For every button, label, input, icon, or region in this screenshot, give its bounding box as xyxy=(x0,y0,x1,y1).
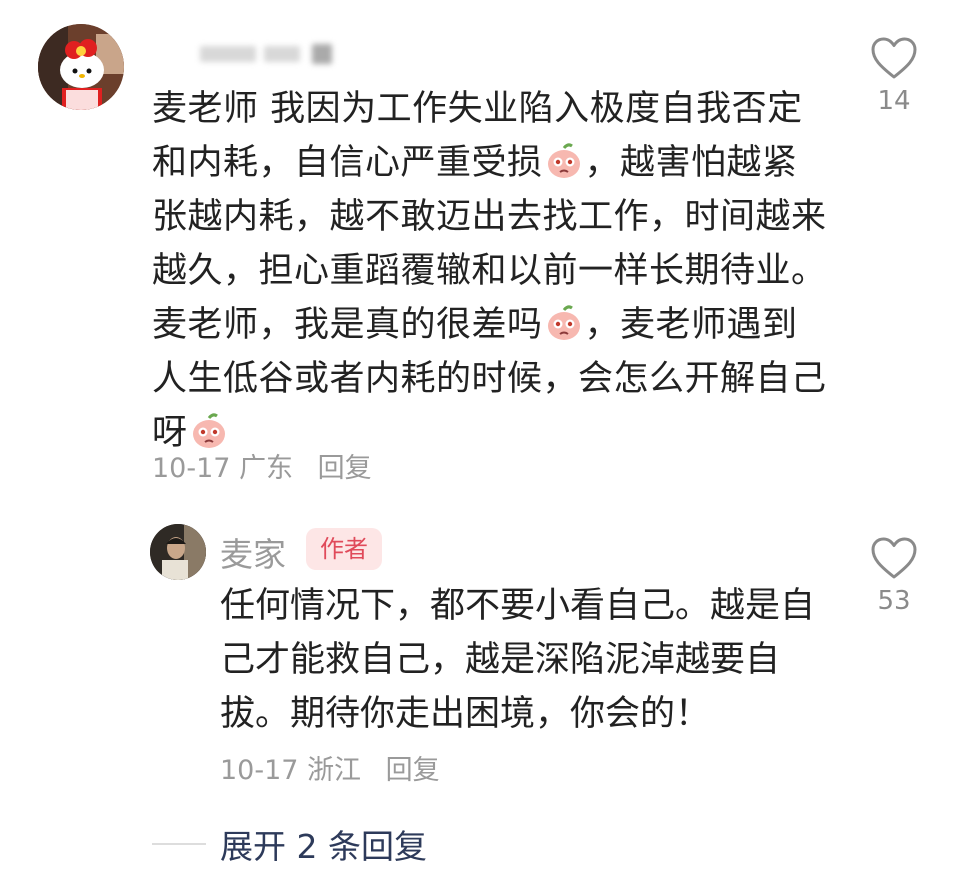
reply-meta: 10-17 浙江 回复 xyxy=(220,748,440,787)
heart-outline-icon[interactable] xyxy=(870,536,918,580)
author-badge: 作者 xyxy=(306,528,382,570)
crying-peach-icon xyxy=(545,142,583,180)
comment-reply-button[interactable]: 回复 xyxy=(318,453,372,484)
author-avatar[interactable] xyxy=(150,524,206,580)
author-name[interactable]: 麦家 xyxy=(220,528,286,576)
reply-reply-button[interactable]: 回复 xyxy=(386,755,440,786)
expand-replies-label[interactable]: 展开 2 条回复 xyxy=(220,820,427,868)
comment-meta: 10-17 广东 回复 xyxy=(152,446,372,485)
commenter-name-blurred xyxy=(200,40,340,66)
comment-date: 10-17 xyxy=(152,453,231,484)
comment-like-button[interactable]: 14 xyxy=(866,36,922,116)
comment-like-count: 14 xyxy=(877,86,911,116)
expand-divider xyxy=(152,843,206,845)
crying-peach-icon xyxy=(190,412,228,450)
reply-text: 任何情况下，都不要小看自己。越是自己才能救自己，越是深陷泥淖越要自拔。期待你走出… xyxy=(220,586,816,734)
commenter-avatar[interactable] xyxy=(38,24,124,110)
reply-like-count: 53 xyxy=(877,586,911,616)
heart-outline-icon[interactable] xyxy=(870,36,918,80)
comment-text: 麦老师 我因为工作失业陷入极度自我否定和内耗，自信心严重受损 ，越害怕越紧张越内耗… xyxy=(152,82,832,460)
reply-date: 10-17 xyxy=(220,755,299,786)
crying-peach-icon xyxy=(545,304,583,342)
reply-location: 浙江 xyxy=(307,755,362,786)
reply-like-button[interactable]: 53 xyxy=(866,536,922,616)
comment-location: 广东 xyxy=(239,453,294,484)
expand-replies-button[interactable]: 展开 2 条回复 xyxy=(152,820,427,868)
